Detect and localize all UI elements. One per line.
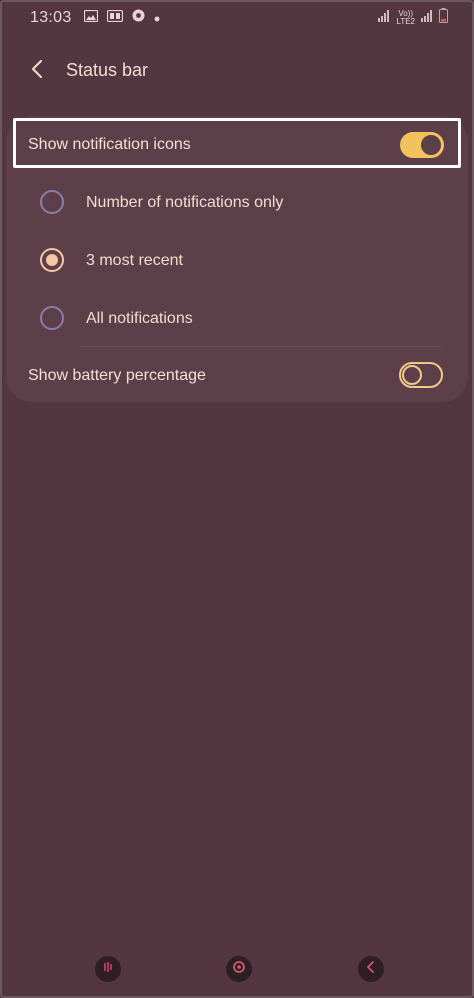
show-battery-percentage-label: Show battery percentage — [28, 367, 206, 384]
home-icon — [232, 960, 246, 979]
battery-icon — [439, 8, 448, 28]
dot-icon — [154, 9, 160, 27]
navigation-bar — [0, 950, 474, 990]
signal-icon — [421, 9, 433, 27]
signal-icon — [378, 9, 390, 27]
back-arrow-icon — [30, 59, 44, 84]
image-icon — [83, 9, 98, 27]
network-label: Vo)) LTE2 — [396, 9, 415, 26]
option-label: Number of notifications only — [86, 194, 284, 211]
back-button[interactable] — [24, 58, 50, 84]
divider — [80, 346, 442, 347]
option-label: 3 most recent — [86, 252, 183, 269]
radio-number-only[interactable] — [40, 190, 64, 214]
back-icon — [364, 960, 378, 979]
radio-3-most-recent[interactable] — [40, 248, 64, 272]
nav-back-button[interactable] — [358, 956, 384, 982]
option-label: All notifications — [86, 310, 193, 327]
home-button[interactable] — [226, 956, 252, 982]
status-bar: 13:03 Vo)) LTE2 — [0, 0, 474, 36]
app-header: Status bar — [0, 48, 474, 92]
page-title: Status bar — [66, 60, 149, 80]
recents-button[interactable] — [95, 956, 121, 982]
radio-all-notifications[interactable] — [40, 306, 64, 330]
show-battery-percentage-row[interactable]: Show battery percentage — [6, 348, 468, 402]
chrome-icon — [132, 9, 145, 27]
recents-icon — [101, 960, 115, 979]
clock: 13:03 — [30, 9, 72, 26]
highlight-box — [13, 118, 461, 168]
cast-icon — [106, 9, 123, 27]
show-battery-percentage-toggle[interactable] — [399, 362, 443, 388]
